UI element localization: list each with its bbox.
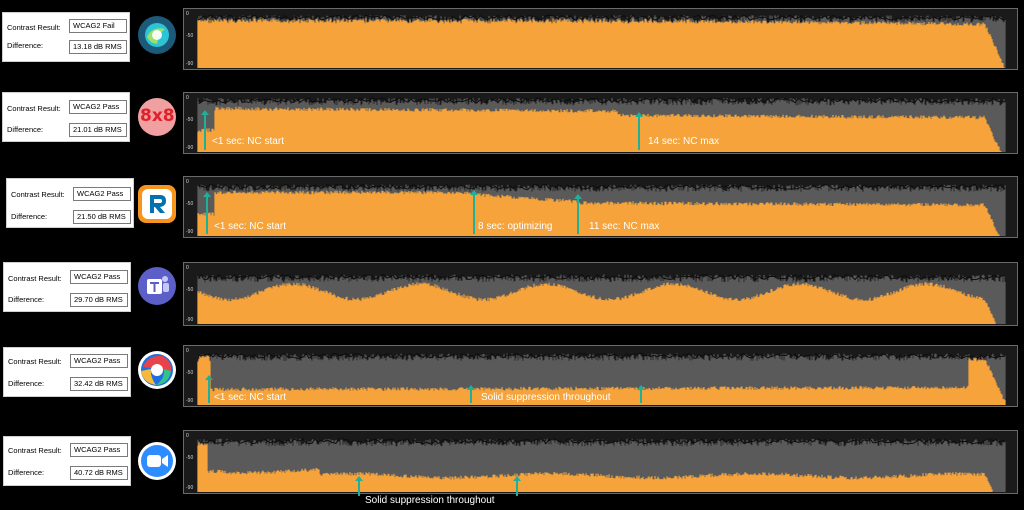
waveform	[197, 273, 1006, 324]
nc-start-arrow	[201, 110, 209, 150]
contrast-result-field: WCAG2 Pass	[73, 187, 131, 201]
result-panel: Contrast Result: WCAG2 Pass Difference: …	[3, 262, 131, 312]
contrast-label: Contrast Result:	[8, 357, 62, 366]
difference-field: 29.70 dB RMS	[70, 293, 128, 307]
contrast-label: Contrast Result:	[11, 190, 65, 199]
nc-start-arrow	[203, 192, 211, 234]
waveform-panel: 0 -50 -90	[183, 92, 1018, 154]
webex-new-logo-icon	[138, 351, 176, 389]
contrast-result-field: WCAG2 Pass	[70, 354, 128, 368]
contrast-result-field: WCAG2 Pass	[70, 443, 128, 457]
difference-label: Difference:	[8, 468, 45, 477]
teams-logo-icon	[138, 267, 176, 305]
result-panel: Contrast Result: WCAG2 Pass Difference: …	[2, 92, 130, 142]
difference-label: Difference:	[8, 295, 45, 304]
comparison-row-5: Contrast Result: WCAG2 Pass Difference: …	[0, 345, 1024, 425]
comparison-row-2: Contrast Result: WCAG2 Pass Difference: …	[0, 92, 1024, 172]
contrast-label: Contrast Result:	[8, 274, 62, 283]
contrast-label: Contrast Result:	[7, 23, 61, 32]
annotation-nc-max: 14 sec: NC max	[648, 136, 720, 147]
result-panel: Contrast Result: WCAG2 Pass Difference: …	[3, 436, 131, 486]
nc-max-arrow	[574, 194, 582, 234]
annotation-nc-start: <1 sec: NC start	[212, 136, 284, 147]
difference-label: Difference:	[8, 379, 45, 388]
suppression-end-arrow	[513, 476, 521, 496]
waveform	[197, 14, 1006, 68]
difference-label: Difference:	[7, 125, 44, 134]
result-panel: Contrast Result: WCAG2 Pass Difference: …	[6, 178, 134, 228]
optimizing-arrow	[470, 190, 478, 234]
webex-logo-icon	[138, 16, 176, 54]
comparison-row-4: Contrast Result: WCAG2 Pass Difference: …	[0, 262, 1024, 342]
contrast-result-field: WCAG2 Fail	[69, 19, 127, 33]
contrast-label: Contrast Result:	[7, 104, 61, 113]
difference-field: 32.42 dB RMS	[70, 377, 128, 391]
waveform	[197, 97, 1006, 152]
nc-max-arrow	[635, 112, 643, 150]
comparison-row-3: Contrast Result: WCAG2 Pass Difference: …	[0, 176, 1024, 256]
contrast-result-field: WCAG2 Pass	[70, 270, 128, 284]
difference-label: Difference:	[7, 41, 44, 50]
difference-label: Difference:	[11, 212, 48, 221]
annotation-solid-suppression: Solid suppression throughout	[365, 495, 495, 506]
annotation-optimizing: 8 sec: optimizing	[478, 221, 553, 232]
waveform-panel: 0 -50 -90	[183, 430, 1018, 494]
contrast-result-field: WCAG2 Pass	[69, 100, 127, 114]
suppression-start-arrow	[355, 476, 363, 496]
8x8-logo-icon: 8x8	[138, 98, 176, 136]
annotation-nc-start: <1 sec: NC start	[214, 392, 286, 403]
annotation-solid-suppression: Solid suppression throughout	[481, 392, 611, 403]
difference-field: 21.01 dB RMS	[69, 123, 127, 137]
comparison-row-1: Contrast Result: WCAG2 Fail Difference: …	[0, 8, 1024, 88]
annotation-nc-start: <1 sec: NC start	[214, 221, 286, 232]
suppression-end-arrow	[637, 385, 645, 403]
result-panel: Contrast Result: WCAG2 Pass Difference: …	[3, 347, 131, 397]
waveform-panel: 0 -50 -90	[183, 262, 1018, 326]
difference-field: 13.18 dB RMS	[69, 40, 127, 54]
contrast-label: Contrast Result:	[8, 446, 62, 455]
nc-start-arrow	[205, 375, 213, 403]
waveform	[197, 438, 1006, 492]
difference-field: 21.50 dB RMS	[73, 210, 131, 224]
8x8-logo-text: 8x8	[140, 106, 175, 126]
comparison-row-6: Contrast Result: WCAG2 Pass Difference: …	[0, 428, 1024, 508]
difference-field: 40.72 dB RMS	[70, 466, 128, 480]
zoom-logo-icon	[138, 442, 176, 480]
suppression-start-arrow	[467, 385, 475, 403]
result-panel: Contrast Result: WCAG2 Fail Difference: …	[2, 12, 130, 62]
annotation-nc-max: 11 sec: NC max	[589, 221, 660, 232]
waveform-panel: 0 -50 -90	[183, 8, 1018, 70]
ringcentral-logo-icon	[138, 185, 176, 223]
